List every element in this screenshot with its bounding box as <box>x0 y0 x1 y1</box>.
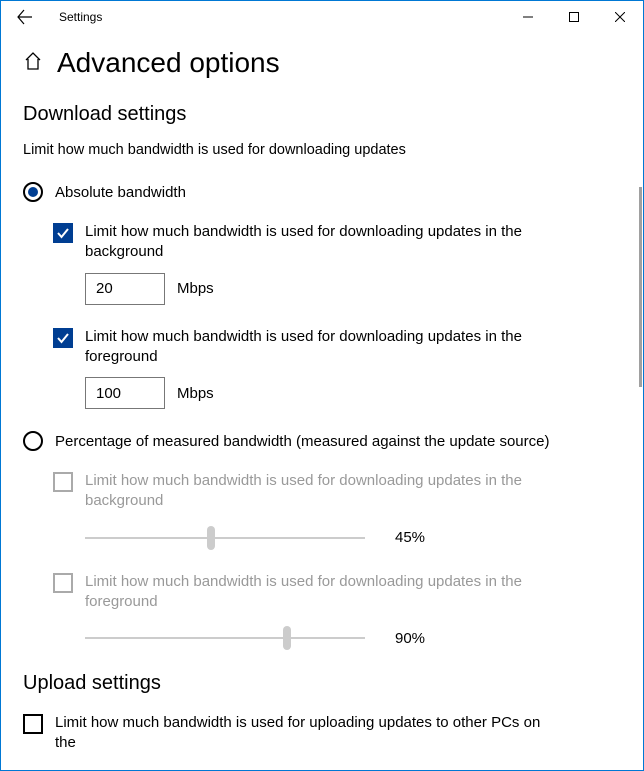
minimize-icon <box>523 12 533 22</box>
percentage-bg-value: 45% <box>395 529 435 546</box>
minimize-button[interactable] <box>505 1 551 33</box>
absolute-fg-row: Limit how much bandwidth is used for dow… <box>53 327 621 368</box>
percentage-bg-slider <box>85 526 365 550</box>
absolute-sub-options: Limit how much bandwidth is used for dow… <box>53 222 621 409</box>
percentage-bg-row: Limit how much bandwidth is used for dow… <box>53 471 621 512</box>
arrow-left-icon <box>17 9 33 25</box>
upload-limit-label: Limit how much bandwidth is used for upl… <box>55 713 565 754</box>
absolute-bandwidth-radio[interactable] <box>23 182 43 202</box>
maximize-button[interactable] <box>551 1 597 33</box>
absolute-bg-label: Limit how much bandwidth is used for dow… <box>85 222 595 263</box>
percentage-fg-slider <box>85 626 365 650</box>
percentage-fg-slider-row: 90% <box>85 626 621 650</box>
percentage-fg-label: Limit how much bandwidth is used for dow… <box>85 572 595 613</box>
titlebar: Settings <box>1 1 643 33</box>
absolute-fg-input-row: Mbps <box>85 377 621 409</box>
percentage-fg-value: 90% <box>395 630 435 647</box>
absolute-bandwidth-label: Absolute bandwidth <box>55 184 186 201</box>
percentage-fg-checkbox <box>53 573 73 593</box>
download-section-title: Download settings <box>23 103 621 126</box>
percentage-bg-checkbox <box>53 472 73 492</box>
absolute-fg-input[interactable] <box>85 377 165 409</box>
upload-section-title: Upload settings <box>23 672 621 695</box>
percentage-bandwidth-radio[interactable] <box>23 431 43 451</box>
absolute-bg-input[interactable] <box>85 273 165 305</box>
upload-section: Upload settings Limit how much bandwidth… <box>23 672 621 754</box>
content-area: Advanced options Download settings Limit… <box>1 33 643 770</box>
percentage-fg-row: Limit how much bandwidth is used for dow… <box>53 572 621 613</box>
absolute-bg-row: Limit how much bandwidth is used for dow… <box>53 222 621 263</box>
close-icon <box>615 12 625 22</box>
absolute-bg-input-row: Mbps <box>85 273 621 305</box>
absolute-bg-unit: Mbps <box>177 280 214 297</box>
upload-limit-row: Limit how much bandwidth is used for upl… <box>23 713 621 754</box>
absolute-fg-label: Limit how much bandwidth is used for dow… <box>85 327 595 368</box>
percentage-bandwidth-label: Percentage of measured bandwidth (measur… <box>55 433 549 450</box>
percentage-bg-label: Limit how much bandwidth is used for dow… <box>85 471 595 512</box>
page-header: Advanced options <box>23 47 621 79</box>
close-button[interactable] <box>597 1 643 33</box>
upload-limit-checkbox[interactable] <box>23 714 43 734</box>
window-controls <box>505 1 643 33</box>
page-title: Advanced options <box>57 47 280 79</box>
absolute-bg-checkbox[interactable] <box>53 223 73 243</box>
absolute-bandwidth-row: Absolute bandwidth <box>23 182 621 202</box>
percentage-bandwidth-row: Percentage of measured bandwidth (measur… <box>23 431 621 451</box>
download-section-desc: Limit how much bandwidth is used for dow… <box>23 142 621 158</box>
absolute-fg-checkbox[interactable] <box>53 328 73 348</box>
back-button[interactable] <box>9 1 41 33</box>
maximize-icon <box>569 12 579 22</box>
absolute-fg-unit: Mbps <box>177 385 214 402</box>
percentage-sub-options: Limit how much bandwidth is used for dow… <box>53 471 621 650</box>
home-icon[interactable] <box>23 51 43 76</box>
scrollbar[interactable] <box>639 187 642 387</box>
window-title: Settings <box>59 10 102 24</box>
percentage-bg-slider-row: 45% <box>85 526 621 550</box>
